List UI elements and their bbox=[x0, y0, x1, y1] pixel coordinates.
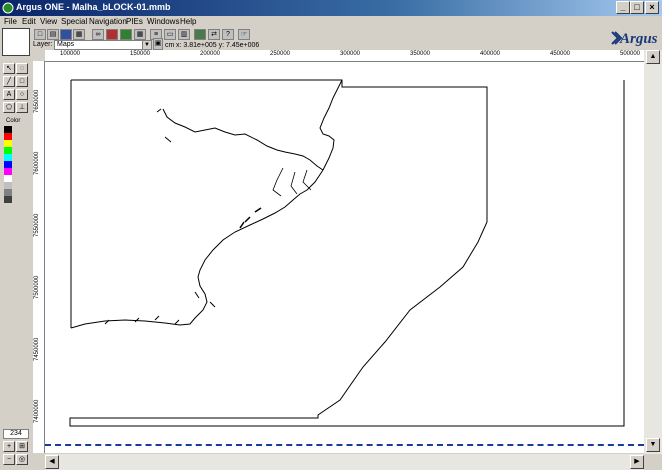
ruler-tick-label: 7500000 bbox=[34, 275, 40, 299]
domain-boundary bbox=[69, 79, 625, 427]
current-color-preview bbox=[2, 28, 30, 56]
zoom-reset-icon[interactable]: ◎ bbox=[16, 454, 28, 465]
binoculars-icon[interactable]: ∞ bbox=[92, 29, 104, 40]
color-swatch[interactable] bbox=[4, 147, 12, 154]
color-swatch[interactable] bbox=[4, 154, 12, 161]
coordinate-readout: x: 3.81e+005 y: 7.45e+006 bbox=[176, 42, 260, 49]
ruler-tick-label: 300000 bbox=[340, 51, 361, 57]
pointer-icon[interactable]: ↖ bbox=[3, 63, 15, 74]
menu-special[interactable]: Special bbox=[61, 16, 87, 28]
zoom-in-icon[interactable]: + bbox=[3, 441, 15, 452]
menu-pies[interactable]: PIEs bbox=[126, 16, 143, 28]
polygon-icon[interactable]: ⬠ bbox=[3, 102, 15, 113]
unit-label: cm bbox=[165, 42, 175, 49]
lock-icon[interactable]: ▣ bbox=[153, 38, 163, 50]
layer-select-value: Maps bbox=[57, 41, 75, 48]
print-icon[interactable]: ▦ bbox=[73, 29, 85, 40]
table-icon[interactable]: ▭ bbox=[164, 29, 176, 40]
save-icon[interactable] bbox=[60, 29, 72, 40]
chevron-down-icon[interactable]: ▼ bbox=[142, 41, 151, 49]
coastline bbox=[70, 79, 343, 329]
layer-label: Layer: bbox=[33, 41, 53, 48]
ruler-tick-label: 450000 bbox=[550, 51, 571, 57]
ruler-tick-label: 250000 bbox=[270, 51, 291, 57]
zoom-input[interactable]: 234 bbox=[3, 429, 29, 439]
color-swatch[interactable] bbox=[4, 161, 12, 168]
open-folder-icon[interactable]: ▤ bbox=[47, 29, 59, 40]
vertical-scrollbar[interactable]: ▲ ▼ bbox=[644, 50, 662, 454]
map-canvas[interactable] bbox=[45, 62, 644, 453]
ruler-tick-label: 7550000 bbox=[34, 213, 40, 237]
maximize-button[interactable]: □ bbox=[630, 1, 644, 14]
scroll-up-icon[interactable]: ▲ bbox=[646, 50, 660, 64]
scroll-down-icon[interactable]: ▼ bbox=[646, 438, 660, 452]
lasso-icon[interactable]: ◌ bbox=[16, 63, 28, 74]
ruler-tick-label: 350000 bbox=[410, 51, 431, 57]
color-swatch[interactable] bbox=[4, 189, 12, 196]
line-icon[interactable]: ╱ bbox=[3, 76, 15, 87]
menu-view[interactable]: View bbox=[40, 16, 57, 28]
ruler-tick-label: 7650000 bbox=[34, 89, 40, 113]
rectangle-icon[interactable]: □ bbox=[16, 76, 28, 87]
stop-icon[interactable] bbox=[106, 29, 118, 40]
ruler-tick-label: 150000 bbox=[130, 51, 151, 57]
ruler-tick-label: 7400000 bbox=[34, 399, 40, 423]
section-divider bbox=[45, 444, 644, 446]
menu-file[interactable]: File bbox=[4, 16, 17, 28]
ruler-tick-label: 100000 bbox=[60, 51, 81, 57]
menu-navigation[interactable]: Navigation bbox=[89, 16, 127, 28]
menu-edit[interactable]: Edit bbox=[22, 16, 36, 28]
ruler-tick-label: 400000 bbox=[480, 51, 501, 57]
color-swatch[interactable] bbox=[4, 175, 12, 182]
question-icon[interactable]: ? bbox=[222, 29, 234, 40]
menu-help[interactable]: Help bbox=[180, 16, 196, 28]
horizontal-ruler: 100000 150000 200000 250000 300000 350000 4000… bbox=[45, 50, 644, 62]
zoom-icon[interactable]: ○ bbox=[16, 89, 28, 100]
argus-logo-text: Argus bbox=[620, 31, 658, 47]
zoom-out-icon[interactable]: − bbox=[3, 454, 15, 465]
hand-icon[interactable]: ☞ bbox=[238, 29, 250, 40]
ruler-tick-label: 500000 bbox=[620, 51, 641, 57]
close-button[interactable]: × bbox=[645, 1, 659, 14]
color-swatch[interactable] bbox=[4, 182, 12, 189]
run-icon[interactable] bbox=[120, 29, 132, 40]
map-drawing bbox=[69, 79, 625, 427]
color-swatch[interactable] bbox=[4, 168, 12, 175]
color-swatch[interactable] bbox=[4, 196, 12, 203]
map-icon[interactable] bbox=[194, 29, 206, 40]
title-bar: Argus ONE - Malha_bLOCK-01.mmb _ □ × bbox=[0, 0, 662, 16]
horizontal-scrollbar[interactable]: ◀ ▶ bbox=[45, 454, 644, 470]
window-title: Argus ONE - Malha_bLOCK-01.mmb bbox=[16, 2, 171, 12]
new-file-icon[interactable]: □ bbox=[34, 29, 46, 40]
ruler-tick-label: 7450000 bbox=[34, 337, 40, 361]
color-swatch[interactable] bbox=[4, 133, 12, 140]
text-icon[interactable]: A bbox=[3, 89, 15, 100]
export-icon[interactable]: ⇄ bbox=[208, 29, 220, 40]
ruler-tick-label: 200000 bbox=[200, 51, 221, 57]
grid-icon[interactable]: ▦ bbox=[134, 29, 146, 40]
scroll-left-icon[interactable]: ◀ bbox=[45, 455, 59, 469]
vertical-ruler: 7650000 7600000 7550000 7500000 7450000 74000… bbox=[33, 61, 45, 453]
zoom-fit-icon[interactable]: ⊞ bbox=[16, 441, 28, 452]
color-swatch[interactable] bbox=[4, 140, 12, 147]
mesh-icon[interactable]: ▥ bbox=[178, 29, 190, 40]
menu-windows[interactable]: Windows bbox=[147, 16, 179, 28]
color-swatch[interactable] bbox=[4, 126, 12, 133]
ruler-tick-label: 7600000 bbox=[34, 151, 40, 175]
color-label: Color bbox=[6, 118, 21, 124]
app-icon bbox=[2, 2, 14, 14]
menu-bar: File Edit View Special Navigation PIEs W… bbox=[0, 16, 662, 28]
scroll-right-icon[interactable]: ▶ bbox=[630, 455, 644, 469]
layer-select[interactable]: Maps ▼ bbox=[54, 40, 152, 50]
minimize-button[interactable]: _ bbox=[616, 1, 630, 14]
ruler-icon[interactable]: ⊥ bbox=[16, 102, 28, 113]
